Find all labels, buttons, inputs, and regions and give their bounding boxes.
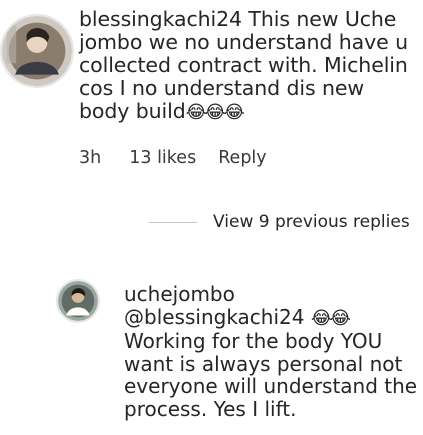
reply-avatar[interactable] [56, 279, 100, 323]
avatar[interactable] [0, 14, 74, 88]
reply-text: Working for the body YOU want is always … [124, 329, 418, 421]
reply-button[interactable]: Reply [218, 148, 266, 168]
laughing-emoji-icon: 😂😂 [310, 307, 351, 329]
comment-meta: 3h 13 likes Reply [79, 148, 295, 168]
view-replies-label[interactable]: View 9 previous replies [213, 212, 410, 232]
comment-body: blessingkachi24 This new Uche jombo we n… [79, 8, 419, 124]
view-previous-replies[interactable]: View 9 previous replies [149, 212, 410, 232]
replies-divider [149, 221, 197, 223]
mention-link[interactable]: @blessingkachi24 [124, 305, 305, 329]
reply-content: @blessingkachi24 😂😂 Working for the body… [124, 305, 420, 421]
avatar-photo [2, 16, 72, 86]
comment-likes[interactable]: 13 likes [129, 148, 196, 168]
avatar-photo [58, 281, 98, 321]
comment-timestamp: 3h [79, 148, 102, 168]
comment-username[interactable]: blessingkachi24 [79, 7, 242, 31]
reply-username[interactable]: uchejombo [124, 283, 420, 306]
laughing-emoji-icon: 😂😂😂 [185, 102, 245, 123]
reply-body: uchejombo @blessingkachi24 😂😂 Working fo… [124, 283, 420, 420]
